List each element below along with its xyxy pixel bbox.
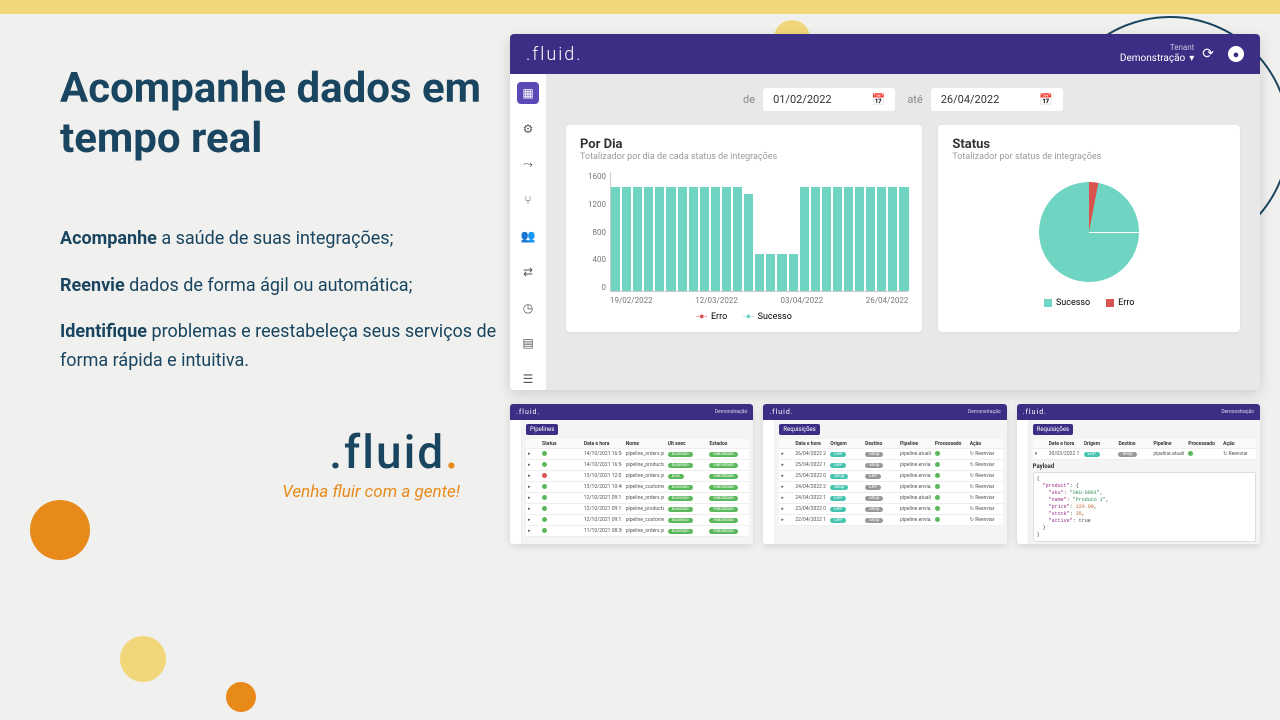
bar [666, 187, 675, 291]
page-heading: Acompanhe dados em tempo real [60, 64, 500, 165]
sidebar-history-icon[interactable]: ◷ [517, 297, 539, 319]
table-row[interactable]: ▾30/03/2022 11:40ERPShoppipeline.atualiz… [1033, 449, 1256, 460]
table-row[interactable]: ▸13/10/2021 10:40pipeline_customers.ymlS… [526, 482, 749, 493]
bar [833, 187, 842, 291]
legend-success: -●-Sucesso [743, 311, 792, 322]
table-row[interactable]: ▸23/04/2022 09:38ERPShoppipeline.envia.p… [779, 504, 1002, 515]
bar [722, 187, 731, 291]
bar [855, 187, 864, 291]
bar [888, 187, 897, 291]
legend-error: Erro [1106, 298, 1134, 308]
bar [789, 254, 798, 291]
sidebar-dashboard-icon[interactable]: ▦ [517, 82, 539, 104]
calendar-icon: 📅 [872, 93, 886, 106]
bar-chart: 160012008004000 [580, 172, 908, 292]
feature-list: Acompanhe a saúde de suas integrações; R… [60, 225, 500, 376]
bullet-text: dados de forma ágil ou automática; [125, 275, 413, 296]
brand-tagline: Venha fluir com a gente! [60, 482, 460, 502]
table-row[interactable]: ▸12/10/2021 09:15pipeline_products.ymlSu… [526, 504, 749, 515]
table-row[interactable]: ▸12/10/2021 09:15pipeline_orders.ymlSuce… [526, 493, 749, 504]
bar [733, 187, 742, 291]
account-icon[interactable]: ● [1228, 46, 1244, 62]
table-row[interactable]: ▸14/10/2021 16:54pipeline_products.ymlSu… [526, 460, 749, 471]
thumbnail-payload: .fluid.Demonstração Requisições Data e h… [1017, 404, 1260, 544]
date-from-input[interactable]: 01/02/2022 📅 [763, 88, 895, 111]
app-screenshot: .fluid. Tenant Demonstração▾ ⟳ ● ▦ ⚙ ⤳ ⑂… [510, 34, 1260, 390]
sidebar-list-icon[interactable]: ☰ [517, 368, 539, 390]
bar [744, 194, 753, 291]
thumbnail-pipelines: .fluid.Demonstração Pipelines StatusData… [510, 404, 753, 544]
payload-code: { "product": { "sku": "SKU-0001", "name"… [1033, 472, 1256, 542]
bar [622, 187, 631, 291]
table-row[interactable]: ▸22/04/2022 17:14ERPShoppipeline.envia.p… [779, 515, 1002, 526]
table-row[interactable]: ▸11/10/2021 08:30pipeline_orders.ymlSuce… [526, 526, 749, 537]
bar [811, 187, 820, 291]
bar [800, 187, 809, 291]
bar [822, 187, 831, 291]
pie-chart [1039, 182, 1139, 282]
sidebar-flows-icon[interactable]: ⤳ [517, 154, 539, 176]
card-status: Status Totalizador por status de integra… [938, 125, 1240, 332]
sidebar-transfer-icon[interactable]: ⇄ [517, 261, 539, 283]
bar [689, 187, 698, 291]
bar [611, 187, 620, 291]
table-row[interactable]: ▸25/04/2022 19:00ERPShoppipeline.envia.p… [779, 460, 1002, 471]
bar [877, 187, 886, 291]
date-to-input[interactable]: 26/04/2022 📅 [931, 88, 1063, 111]
legend-success: Sucesso [1044, 298, 1090, 308]
bullet-bold: Reenvie [60, 275, 125, 296]
bar [644, 187, 653, 291]
thumbnail-requests: .fluid.Demonstração Requisições Data e h… [763, 404, 1006, 544]
app-sidebar: ▦ ⚙ ⤳ ⑂ 👥 ⇄ ◷ ▤ ☰ [510, 74, 546, 390]
table-row[interactable]: ▸26/04/2022 21:30ERPShoppipeline.atualiz… [779, 449, 1002, 460]
bar [711, 187, 720, 291]
table-row[interactable]: ▸13/10/2021 12:01pipeline_orders.ymlErro… [526, 471, 749, 482]
table-row[interactable]: ▸25/04/2022 08:42ShopERPpipeline.envia.p… [779, 471, 1002, 482]
sidebar-settings-icon[interactable]: ⚙ [517, 118, 539, 140]
calendar-icon: 📅 [1039, 93, 1053, 106]
bar [678, 187, 687, 291]
brand-logo: .fluid. [60, 426, 460, 480]
refresh-icon[interactable]: ⟳ [1202, 46, 1214, 62]
top-accent-bar [0, 0, 1280, 14]
chevron-down-icon: ▾ [1189, 53, 1194, 65]
date-range-row: de 01/02/2022 📅 até 26/04/2022 📅 [566, 88, 1240, 111]
payload-label: Payload [1033, 463, 1256, 470]
app-header: .fluid. Tenant Demonstração▾ ⟳ ● [510, 34, 1260, 74]
bullet-text: a saúde de suas integrações; [157, 228, 394, 249]
bar [866, 187, 875, 291]
bar [755, 254, 764, 291]
table-row[interactable]: ▸12/10/2021 09:15pipeline_customers.ymlS… [526, 515, 749, 526]
bar [844, 187, 853, 291]
legend-error: -●-Erro [697, 311, 728, 322]
bullet-bold: Identifique [60, 321, 147, 342]
date-from-label: de [743, 93, 755, 106]
table-row[interactable]: ▸24/04/2022 22:11ShopERPpipeline.envia.p… [779, 482, 1002, 493]
date-to-label: até [907, 93, 922, 106]
sidebar-calendar-icon[interactable]: ▤ [517, 332, 539, 354]
tenant-selector[interactable]: Tenant Demonstração▾ [1120, 43, 1194, 65]
bullet-bold: Acompanhe [60, 228, 157, 249]
brand-block: .fluid. Venha fluir com a gente! [60, 426, 500, 502]
card-per-day: Por Dia Totalizador por dia de cada stat… [566, 125, 922, 332]
sidebar-users-icon[interactable]: 👥 [517, 225, 539, 247]
table-row[interactable]: ▸14/10/2021 16:54pipeline_orders.ymlSuce… [526, 449, 749, 460]
bar [777, 254, 786, 291]
table-row[interactable]: ▸24/04/2022 11:05ERPShoppipeline.atualiz… [779, 493, 1002, 504]
bar [899, 187, 908, 291]
bar [766, 254, 775, 291]
bar [633, 187, 642, 291]
bar [700, 187, 709, 291]
bar [655, 187, 664, 291]
sidebar-split-icon[interactable]: ⑂ [517, 189, 539, 211]
app-logo: .fluid. [526, 44, 1120, 65]
